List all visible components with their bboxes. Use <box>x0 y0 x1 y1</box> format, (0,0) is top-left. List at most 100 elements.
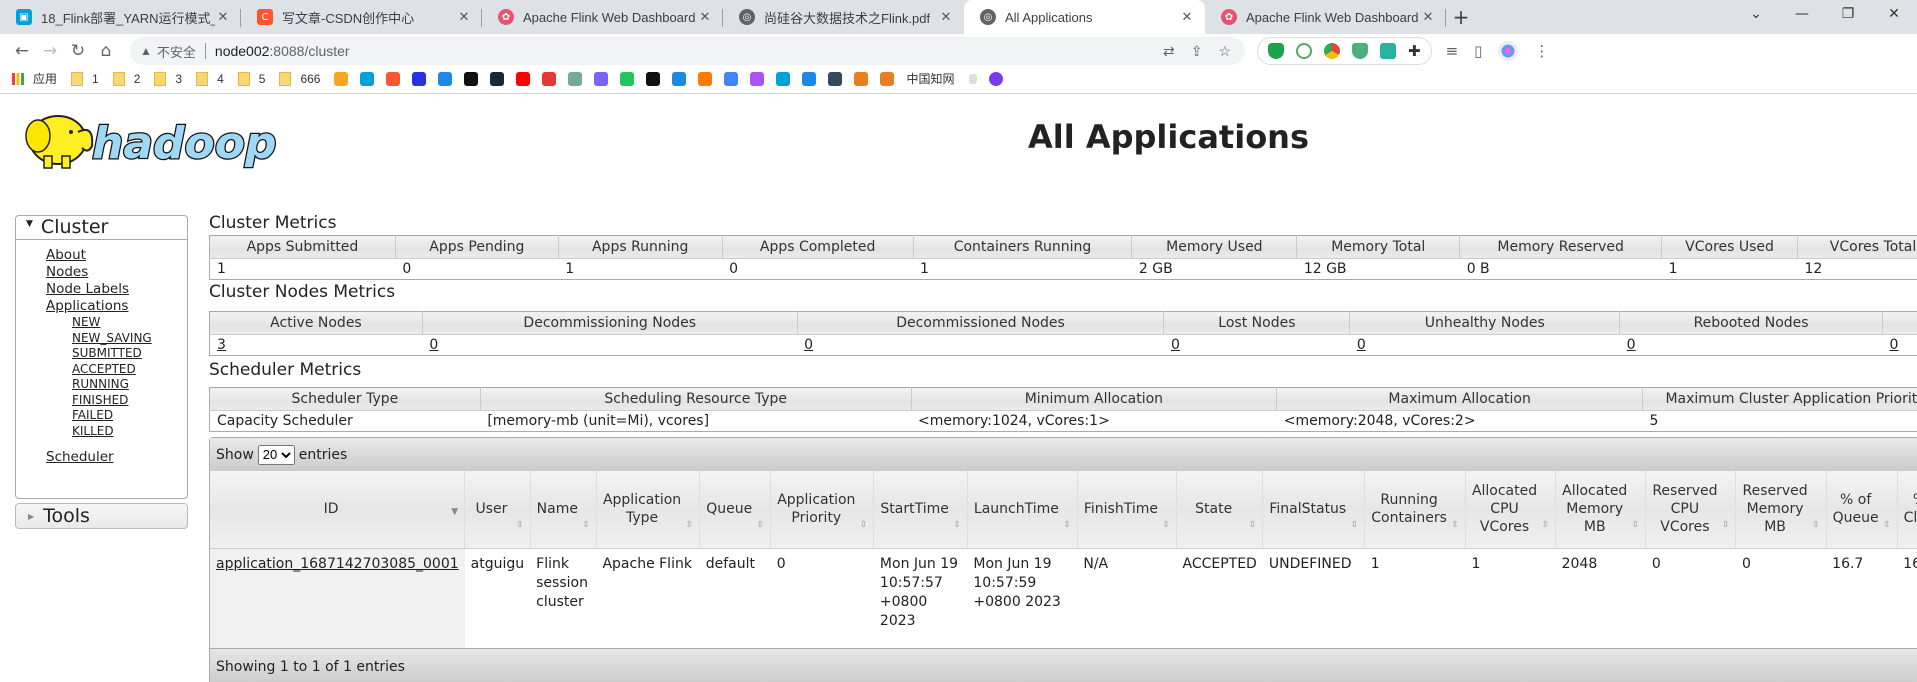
sort-both-icon[interactable]: ⇳ <box>1542 516 1550 534</box>
home-icon[interactable]: ⌂ <box>92 37 120 65</box>
sort-both-icon[interactable]: ⇳ <box>860 516 868 534</box>
metric-link[interactable]: 0 <box>429 337 438 353</box>
sort-both-icon[interactable]: ⇳ <box>1063 516 1071 534</box>
bookmark-site-icon[interactable] <box>438 71 453 86</box>
tampermonkey-extension-icon[interactable] <box>1268 43 1284 59</box>
profile-avatar[interactable] <box>1498 41 1519 61</box>
bookmark-site-icon[interactable] <box>334 71 349 86</box>
bookmark-folder[interactable]: 2 <box>112 71 140 86</box>
close-tab-icon[interactable]: ✕ <box>938 10 954 25</box>
column-header-reserved-memory-mb[interactable]: Reserved Memory MB ⇳ <box>1735 471 1827 549</box>
sort-both-icon[interactable]: ⇳ <box>582 516 590 534</box>
side-panel-icon[interactable]: ▯ <box>1474 42 1482 60</box>
close-tab-icon[interactable]: ✕ <box>456 10 472 25</box>
metric-link[interactable]: 0 <box>1890 337 1899 353</box>
bookmark-site-icon[interactable] <box>672 71 687 86</box>
bookmark-site-icon[interactable] <box>542 71 557 86</box>
forward-icon[interactable]: → <box>36 37 64 65</box>
menu-icon[interactable]: ⋮ <box>1534 42 1549 60</box>
column-header-reserved-cpu-vcores[interactable]: Reserved CPU VCores ⇳ <box>1645 471 1737 549</box>
bookmark-site-icon[interactable] <box>412 71 427 86</box>
nav-node-labels[interactable]: Node Labels <box>46 281 187 298</box>
bookmark-site-icon[interactable] <box>880 71 895 86</box>
back-icon[interactable]: ← <box>8 37 36 65</box>
nav-state-new-saving[interactable]: NEW_SAVING <box>72 331 187 347</box>
shield-extension-icon[interactable] <box>1352 43 1368 59</box>
nav-state-submitted[interactable]: SUBMITTED <box>72 346 187 362</box>
sort-both-icon[interactable]: ⇳ <box>686 516 694 534</box>
bookmark-folder[interactable]: 5 <box>237 71 265 86</box>
application-id-link[interactable]: application_1687142703085_0001 <box>216 556 459 572</box>
sort-both-icon[interactable]: ⇳ <box>1722 516 1730 534</box>
sort-both-icon[interactable]: ⇳ <box>757 516 765 534</box>
share-icon[interactable]: ⇪ <box>1191 43 1203 60</box>
column-header--of-cluster[interactable]: % of Cluster⇳ <box>1897 471 1917 549</box>
metric-link[interactable]: 0 <box>1171 337 1180 353</box>
nav-scheduler[interactable]: Scheduler <box>46 449 187 466</box>
sort-both-icon[interactable]: ⇳ <box>1812 516 1820 534</box>
column-header-queue[interactable]: Queue ⇳ <box>699 471 772 549</box>
bookmark-site-icon[interactable] <box>646 71 661 86</box>
bookmark-site-icon[interactable] <box>750 71 765 86</box>
nav-state-running[interactable]: RUNNING <box>72 377 187 393</box>
tab-flink-pdf[interactable]: ◎ 尚硅谷大数据技术之Flink.pdf ✕ <box>723 0 964 34</box>
sort-both-icon[interactable]: ⇳ <box>1351 516 1359 534</box>
column-header-starttime[interactable]: StartTime ⇳ <box>873 471 968 549</box>
minimize-icon[interactable]: — <box>1779 0 1825 30</box>
column-header-state[interactable]: State ⇳ <box>1176 471 1264 549</box>
sync-extension-icon[interactable] <box>1380 43 1396 59</box>
tab-flink-dashboard-2[interactable]: ✿ Apache Flink Web Dashboard ✕ <box>1205 0 1446 34</box>
column-header-allocated-cpu-vcores[interactable]: Allocated CPU VCores ⇳ <box>1465 471 1557 549</box>
column-header-user[interactable]: User ⇳ <box>464 471 531 549</box>
metric-link[interactable]: 0 <box>1357 337 1366 353</box>
restore-icon[interactable]: ❐ <box>1825 0 1871 30</box>
bookmark-site-icon[interactable] <box>854 71 869 86</box>
sort-desc-icon[interactable]: ▼ <box>451 503 458 521</box>
metric-link[interactable]: 3 <box>217 337 226 353</box>
sort-both-icon[interactable]: ⇳ <box>1632 516 1640 534</box>
column-header-application-priority[interactable]: Application Priority ⇳ <box>770 471 875 549</box>
bookmark-site-icon[interactable] <box>516 71 531 86</box>
column-header-id[interactable]: ID ▼ <box>210 471 466 549</box>
nav-state-accepted[interactable]: ACCEPTED <box>72 362 187 378</box>
column-header-name[interactable]: Name ⇳ <box>530 471 597 549</box>
address-bar[interactable]: ▲ 不安全 node002:8088/cluster ⇄ ⇪ ☆ <box>130 37 1245 65</box>
column-header-launchtime[interactable]: LaunchTime ⇳ <box>967 471 1078 549</box>
bookmark-site-icon[interactable] <box>988 71 1003 86</box>
nav-about[interactable]: About <box>46 247 187 264</box>
bookmark-folder[interactable]: 666 <box>279 71 320 86</box>
tab-bilibili-video[interactable]: ▣ 18_Flink部署_YARN运行模式_会 ✕ <box>0 0 241 34</box>
reload-icon[interactable]: ↻ <box>64 37 92 65</box>
bookmark-site-icon[interactable] <box>828 71 843 86</box>
bookmark-site-icon[interactable] <box>568 71 583 86</box>
sort-both-icon[interactable]: ⇳ <box>953 516 961 534</box>
sort-both-icon[interactable]: ⇳ <box>1249 516 1257 534</box>
bookmark-folder[interactable]: 1 <box>71 71 99 86</box>
bookmark-site-icon[interactable] <box>386 71 401 86</box>
bookmark-site-icon[interactable] <box>464 71 479 86</box>
bookmark-folder[interactable]: 3 <box>154 71 182 86</box>
nav-nodes[interactable]: Nodes <box>46 264 187 281</box>
column-header-finalstatus[interactable]: FinalStatus ⇳ <box>1262 471 1366 549</box>
page-size-select[interactable]: 20 <box>257 444 295 465</box>
tools-section-header[interactable]: ▶ Tools <box>15 503 188 529</box>
bookmark-site-icon[interactable] <box>620 71 635 86</box>
security-label[interactable]: 不安全 <box>157 42 196 61</box>
bookmark-site-icon[interactable] <box>968 73 977 84</box>
close-tab-icon[interactable]: ✕ <box>697 10 713 25</box>
sort-both-icon[interactable]: ⇳ <box>516 516 524 534</box>
nav-applications[interactable]: Applications <box>46 298 187 315</box>
chrome-extension-icon[interactable] <box>1324 43 1340 59</box>
bookmark-site-icon[interactable] <box>594 71 609 86</box>
bookmark-site-icon[interactable] <box>724 71 739 86</box>
nav-state-failed[interactable]: FAILED <box>72 408 187 424</box>
tab-csdn[interactable]: C 写文章-CSDN创作中心 ✕ <box>241 0 482 34</box>
new-tab-button[interactable]: + <box>1446 0 1476 34</box>
close-tab-icon[interactable]: ✕ <box>1179 10 1195 25</box>
nav-state-new[interactable]: NEW <box>72 315 187 331</box>
sort-both-icon[interactable]: ⇳ <box>1162 516 1170 534</box>
column-header-allocated-memory-mb[interactable]: Allocated Memory MB ⇳ <box>1555 471 1647 549</box>
column-header-running-containers[interactable]: Running Containers ⇳ <box>1364 471 1466 549</box>
star-icon[interactable]: ☆ <box>1218 43 1231 60</box>
bookmark-site-icon[interactable] <box>802 71 817 86</box>
